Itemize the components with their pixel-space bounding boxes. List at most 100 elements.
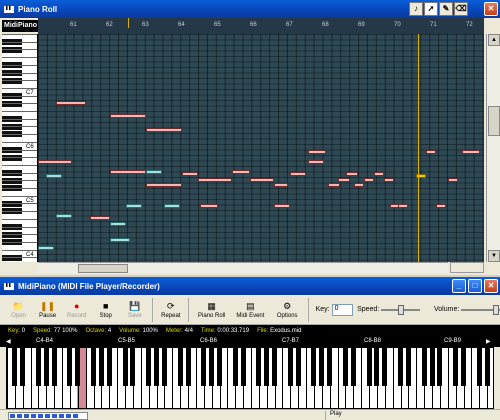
note[interactable] <box>384 178 394 182</box>
note[interactable] <box>398 204 408 208</box>
note[interactable] <box>338 178 350 182</box>
scroll-thumb[interactable] <box>78 264 128 273</box>
note[interactable] <box>374 172 384 176</box>
white-key-line <box>2 41 37 43</box>
speed-slider[interactable] <box>381 304 420 316</box>
note[interactable] <box>110 222 126 226</box>
note[interactable] <box>56 101 86 105</box>
scroll-up-icon[interactable]: ▲ <box>488 34 500 46</box>
close-button[interactable]: ✕ <box>484 2 498 16</box>
note[interactable] <box>308 160 324 164</box>
measure-tick: 69 <box>358 22 365 28</box>
ruler-label: MidiPiano <box>2 20 38 32</box>
note[interactable] <box>354 183 364 187</box>
note[interactable] <box>56 214 72 218</box>
white-key-edge <box>54 348 56 408</box>
repeat-button[interactable]: ⟳ Repeat <box>156 296 185 324</box>
white-key-edge <box>125 348 127 408</box>
white-key-edge <box>109 348 111 408</box>
slider-knob[interactable] <box>398 304 405 315</box>
loop-marker[interactable] <box>128 18 129 28</box>
close-button[interactable]: ✕ <box>484 279 498 293</box>
note[interactable] <box>346 172 358 176</box>
octave-scroll-right-icon[interactable]: ▶ <box>486 338 491 345</box>
white-key-edge <box>298 348 300 408</box>
pencil-icon[interactable]: ✎ <box>439 2 453 16</box>
options-icon: ⚙ <box>283 300 292 311</box>
note[interactable] <box>38 160 72 164</box>
pause-button[interactable]: ❚❚ Pause <box>33 296 62 324</box>
note[interactable] <box>200 204 218 208</box>
slider-knob[interactable] <box>493 304 500 315</box>
white-key-line <box>2 226 37 228</box>
note[interactable] <box>364 178 374 182</box>
octave-label: C4-B4 <box>36 338 54 344</box>
minimize-button[interactable]: _ <box>452 279 466 293</box>
speaker-icon[interactable]: ♪ <box>409 2 423 16</box>
note[interactable] <box>146 183 182 187</box>
scroll-down-icon[interactable]: ▼ <box>488 250 500 262</box>
measure-tick: 71 <box>430 22 437 28</box>
note[interactable] <box>46 174 62 178</box>
progress-fill <box>10 414 81 418</box>
white-key-edge <box>345 348 347 408</box>
measure-ruler[interactable]: 61 62 63 64 65 66 67 68 69 70 71 72 <box>38 18 484 34</box>
note[interactable] <box>164 204 180 208</box>
piano-keys-vertical[interactable]: C7 C6 C5 C4 <box>2 34 38 262</box>
octave-label: C7-B7 <box>282 338 300 344</box>
white-key-line <box>2 126 37 128</box>
note[interactable] <box>232 170 250 174</box>
white-key-line <box>2 180 37 182</box>
note-grid[interactable] <box>38 34 484 262</box>
note[interactable] <box>110 238 130 242</box>
note[interactable] <box>90 216 110 220</box>
open-button[interactable]: 📁 Open <box>4 296 33 324</box>
note[interactable] <box>290 172 306 176</box>
save-button[interactable]: 💾 Save <box>120 296 149 324</box>
white-key-line <box>2 87 37 89</box>
note[interactable] <box>146 170 162 174</box>
arrow-icon[interactable]: ➚ <box>424 2 438 16</box>
note[interactable] <box>198 178 232 182</box>
octave-scroll-left-icon[interactable]: ◀ <box>6 338 11 345</box>
note[interactable] <box>328 183 340 187</box>
note[interactable] <box>146 128 182 132</box>
piano-keyboard[interactable] <box>6 347 494 409</box>
note[interactable] <box>426 150 436 154</box>
white-key-edge <box>172 348 174 408</box>
white-key-edge <box>188 348 190 408</box>
note[interactable] <box>38 246 54 250</box>
zoom-slider[interactable] <box>450 262 484 273</box>
note[interactable] <box>250 178 274 182</box>
note[interactable] <box>274 204 290 208</box>
eraser-icon[interactable]: ⌫ <box>454 2 468 16</box>
player-titlebar[interactable]: MidiPiano (MIDI File Player/Recorder) _ … <box>0 277 500 295</box>
note[interactable] <box>126 204 142 208</box>
stop-button[interactable]: ■ Stop <box>91 296 120 324</box>
options-button[interactable]: ⚙ Options <box>270 296 305 324</box>
scroll-thumb[interactable] <box>488 106 500 136</box>
note[interactable] <box>308 150 326 154</box>
volume-slider[interactable] <box>461 304 500 316</box>
white-key-edge <box>77 348 79 408</box>
note[interactable] <box>436 204 446 208</box>
note[interactable] <box>110 114 146 118</box>
key-spinner[interactable]: 0 <box>331 303 354 316</box>
piano-roll-titlebar[interactable]: Piano Roll ♪ ➚ ✎ ⌫ ✕ <box>0 0 500 18</box>
note[interactable] <box>182 172 198 176</box>
note[interactable] <box>448 178 458 182</box>
maximize-button[interactable]: □ <box>468 279 482 293</box>
piano-roll-button[interactable]: ▦ Piano Roll <box>192 296 231 324</box>
note[interactable] <box>462 150 480 154</box>
piano-roll-window: Piano Roll ♪ ➚ ✎ ⌫ ✕ MidiPiano 61 62 63 … <box>0 0 500 275</box>
playhead[interactable] <box>418 34 419 262</box>
record-button[interactable]: ● Record <box>62 296 91 324</box>
midi-event-button[interactable]: ▤ Midi Event <box>231 296 270 324</box>
note[interactable] <box>110 170 146 174</box>
white-key-line <box>2 103 37 105</box>
black-key[interactable] <box>492 348 493 386</box>
vertical-scrollbar[interactable]: ▲ ▼ <box>486 34 500 262</box>
note[interactable] <box>274 183 288 187</box>
horizontal-scrollbar[interactable] <box>38 262 448 273</box>
speed-label: Speed: <box>357 306 380 313</box>
